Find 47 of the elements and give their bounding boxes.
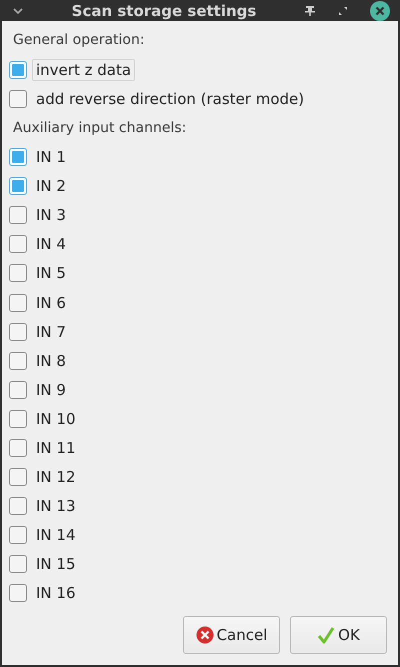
section-label: Auxiliary input channels: [12,118,188,138]
checkbox-label[interactable]: IN 6 [32,292,70,314]
checkbox[interactable] [9,497,27,516]
checkbox-label[interactable]: IN 7 [32,320,70,343]
checkbox-label[interactable]: IN 12 [32,466,80,488]
checkbox[interactable] [9,438,27,457]
chevron-down-icon[interactable] [12,6,24,15]
checkbox-label[interactable]: IN 3 [32,204,70,226]
checkbox[interactable] [9,322,27,341]
checkbox[interactable] [9,148,27,166]
checkbox-label[interactable]: IN 10 [32,408,80,430]
checkbox[interactable] [9,584,27,602]
checkbox-label[interactable]: invert z data [32,58,136,81]
checkbox[interactable] [9,60,27,79]
checkbox[interactable] [9,294,27,312]
checkbox[interactable] [9,90,27,108]
checkbox[interactable] [9,526,27,544]
checkbox-label[interactable]: IN 14 [32,524,80,546]
checkbox-label[interactable]: IN 8 [32,350,70,372]
checkbox[interactable] [9,468,27,486]
checkbox-label[interactable]: add reverse direction (raster mode) [32,88,308,110]
checkbox-label[interactable]: IN 9 [32,378,70,401]
checkbox-label[interactable]: IN 5 [32,262,70,284]
checkbox-label[interactable]: IN 13 [32,495,80,518]
checkbox-label[interactable]: IN 1 [32,146,70,168]
checkbox[interactable] [9,206,27,224]
cancel-button[interactable]: Cancel [183,616,280,654]
checkbox-label[interactable]: IN 16 [32,582,80,604]
close-icon[interactable] [370,0,390,21]
checkbox[interactable] [9,235,27,254]
window-title: Scan storage settings [70,2,258,20]
checkbox[interactable] [9,555,27,574]
cancel-icon [196,626,214,644]
checkbox[interactable] [9,177,27,196]
checkbox[interactable] [9,380,27,399]
checkmark-icon [317,626,336,644]
ok-button[interactable]: OK [290,616,387,654]
checkbox-label[interactable]: IN 2 [32,175,70,198]
checkbox-label[interactable]: IN 4 [32,233,70,256]
restore-icon[interactable] [338,6,348,16]
checkbox[interactable] [9,352,27,370]
checkbox[interactable] [9,410,27,428]
section-label: General operation: [12,31,146,50]
checkbox-label[interactable]: IN 15 [32,553,80,576]
pin-icon[interactable] [304,4,316,17]
checkbox-label[interactable]: IN 11 [32,436,80,459]
checkbox[interactable] [9,264,27,282]
